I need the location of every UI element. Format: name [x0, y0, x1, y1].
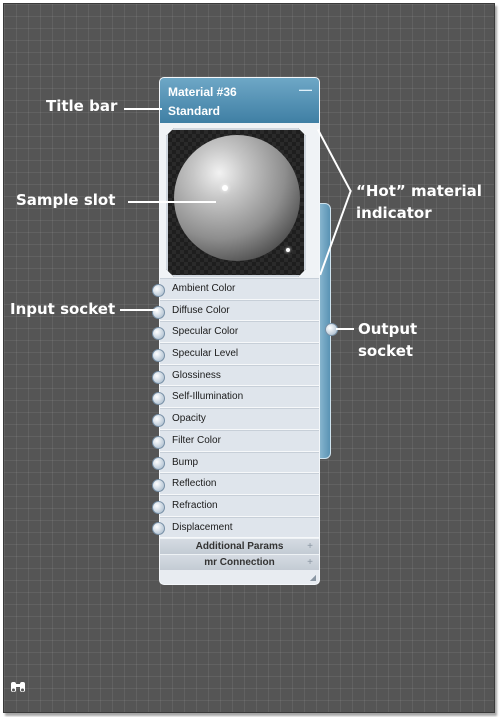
callout-text: “Hot” material: [356, 182, 482, 200]
slot-bump[interactable]: Bump: [160, 451, 319, 474]
input-socket[interactable]: [152, 392, 165, 405]
slot-specular-color[interactable]: Specular Color: [160, 321, 319, 344]
material-name: Material #36: [168, 85, 237, 99]
input-socket[interactable]: [152, 436, 165, 449]
material-type: Standard: [168, 104, 221, 118]
callout-hot-indicator: “Hot” material indicator: [356, 180, 482, 224]
callout-leader-line: [124, 108, 162, 110]
node-title-bar[interactable]: Material #36 Standard —: [160, 78, 319, 123]
input-socket[interactable]: [152, 349, 165, 362]
input-socket[interactable]: [152, 501, 165, 514]
rollout-additional-params[interactable]: Additional Params +: [160, 538, 319, 555]
material-node[interactable]: Material #36 Standard — Ambient Color Di…: [159, 77, 320, 585]
input-socket[interactable]: [152, 284, 165, 297]
rollout-mr-connection[interactable]: mr Connection +: [160, 554, 319, 571]
callout-leader-line: [336, 328, 354, 330]
callout-sample-slot: Sample slot: [16, 191, 116, 209]
callout-title-bar: Title bar: [46, 97, 118, 115]
input-socket[interactable]: [152, 306, 165, 319]
input-socket[interactable]: [152, 522, 165, 535]
input-socket[interactable]: [152, 414, 165, 427]
slot-diffuse-color[interactable]: Diffuse Color: [160, 299, 319, 322]
callout-text: indicator: [356, 204, 432, 222]
material-preview-sphere: [174, 135, 300, 261]
map-slots: Ambient Color Diffuse Color Specular Col…: [160, 278, 319, 539]
slot-glossiness[interactable]: Glossiness: [160, 364, 319, 387]
slot-reflection[interactable]: Reflection: [160, 473, 319, 495]
input-socket[interactable]: [152, 371, 165, 384]
slot-opacity[interactable]: Opacity: [160, 408, 319, 430]
slot-ambient-color[interactable]: Ambient Color: [160, 278, 319, 300]
rollout-label: Additional Params: [195, 541, 284, 553]
input-socket[interactable]: [152, 479, 165, 492]
rollout-label: mr Connection: [204, 557, 275, 569]
callout-text: Output: [358, 320, 418, 338]
callout-leader-line: [128, 201, 216, 203]
expand-icon[interactable]: +: [307, 555, 313, 570]
callout-output-socket: Output socket: [358, 318, 417, 362]
input-socket[interactable]: [152, 327, 165, 340]
input-socket[interactable]: [152, 457, 165, 470]
callout-input-socket: Input socket: [10, 300, 116, 318]
slot-refraction[interactable]: Refraction: [160, 494, 319, 517]
callout-leader-line: [120, 309, 158, 311]
specular-highlight: [222, 185, 228, 191]
expand-icon[interactable]: +: [307, 539, 313, 554]
minimize-icon[interactable]: —: [299, 80, 312, 99]
slot-specular-level[interactable]: Specular Level: [160, 343, 319, 365]
specular-highlight: [286, 248, 290, 252]
slot-self-illumination[interactable]: Self-Illumination: [160, 386, 319, 409]
callout-text: socket: [358, 342, 414, 360]
slot-displacement[interactable]: Displacement: [160, 516, 319, 539]
binoculars-icon[interactable]: [10, 680, 26, 697]
resize-grip-icon[interactable]: ◢: [310, 573, 316, 582]
slot-filter-color[interactable]: Filter Color: [160, 429, 319, 452]
